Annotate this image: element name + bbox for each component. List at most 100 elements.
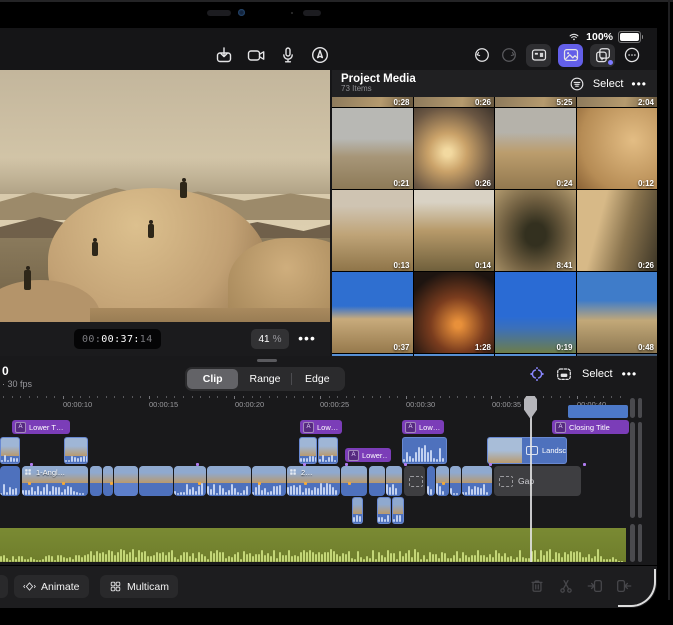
connected-clip[interactable] — [64, 437, 88, 464]
audio-clip[interactable] — [0, 528, 626, 562]
panels-button[interactable] — [526, 44, 551, 67]
zoom-level-button[interactable]: 41 % — [251, 329, 289, 349]
waveform-bar — [216, 493, 218, 495]
title-clip[interactable]: ALow… — [402, 420, 444, 434]
clips-button[interactable] — [590, 44, 615, 67]
storyline-clip[interactable] — [427, 466, 435, 496]
title-clip[interactable]: ALower T… — [12, 420, 70, 434]
timeline-ruler[interactable]: 0500:00:1000:00:1500:00:2000:00:2500:00:… — [0, 394, 657, 418]
audio-waveform-bar — [381, 555, 383, 562]
media-more-button[interactable]: ••• — [631, 77, 647, 91]
waveform-bar — [334, 460, 336, 462]
connected-clip[interactable] — [402, 437, 447, 464]
timecode-display[interactable]: 00:00:37:14 — [74, 329, 161, 349]
storyline-clip[interactable] — [450, 466, 461, 496]
storyline-clip[interactable] — [139, 466, 173, 496]
connected-clip[interactable] — [318, 437, 338, 464]
panel-drag-handle[interactable] — [257, 359, 277, 362]
storyline-clip[interactable] — [252, 466, 286, 496]
title-clip[interactable]: ALow… — [300, 420, 342, 434]
media-thumbnail-partial[interactable]: 2:04 — [577, 97, 658, 107]
media-button[interactable] — [558, 44, 583, 67]
connected-clip[interactable] — [299, 437, 317, 464]
storyline-clip[interactable] — [436, 466, 449, 496]
filter-icon[interactable] — [569, 76, 585, 92]
media-thumbnail[interactable]: 0:19 — [495, 272, 576, 353]
storyline-clip[interactable] — [174, 466, 206, 496]
waveform-bar — [421, 448, 423, 462]
magnetic-button[interactable] — [528, 365, 546, 383]
storyline-clip[interactable] — [103, 466, 113, 496]
storyline-clip[interactable] — [386, 466, 402, 496]
media-thumbnail-partial[interactable]: 0:28 — [332, 97, 413, 107]
timeline-scrollbar-bottom[interactable] — [630, 524, 642, 562]
media-thumbnail[interactable]: 0:24 — [495, 108, 576, 189]
redo-button[interactable] — [499, 45, 519, 65]
waveform-bar — [306, 458, 308, 462]
timeline-scrollbar[interactable] — [630, 398, 642, 418]
media-thumbnail[interactable]: 1:28 — [414, 272, 495, 353]
timeline-more-button[interactable]: ••• — [622, 367, 638, 381]
gap-clip[interactable]: Gap — [404, 466, 425, 496]
media-select-button[interactable]: Select — [593, 78, 624, 90]
storyline-clip[interactable] — [369, 466, 385, 496]
viewer-more-button[interactable]: ••• — [294, 323, 320, 353]
trash-button[interactable] — [528, 577, 546, 595]
timeline-select-button[interactable]: Select — [582, 368, 613, 380]
camera-icon[interactable] — [246, 45, 266, 65]
audio-waveform-bar — [276, 558, 278, 562]
pencil-icon[interactable] — [310, 45, 330, 65]
mode-range[interactable]: Range — [239, 369, 290, 389]
media-thumbnail[interactable]: 0:12 — [577, 108, 658, 189]
title-clip[interactable]: AClosing Title — [552, 420, 629, 434]
gap-clip[interactable]: Gap — [494, 466, 581, 496]
storyline-clip[interactable] — [90, 466, 102, 496]
mode-edge[interactable]: Edge — [292, 369, 343, 389]
media-thumbnail-partial[interactable]: 0:26 — [414, 97, 495, 107]
storyline-clip[interactable] — [0, 466, 20, 496]
music-clip[interactable] — [568, 405, 628, 418]
timeline-scrollbar-track[interactable] — [630, 422, 642, 518]
storyline-clip[interactable] — [462, 466, 492, 496]
mode-clip[interactable]: Clip — [187, 369, 238, 389]
connected-clip-below[interactable] — [392, 497, 404, 524]
storyline-clip[interactable] — [341, 466, 367, 496]
insert-left-button[interactable] — [586, 577, 604, 595]
media-thumbnail[interactable]: 8:41 — [495, 190, 576, 271]
connected-clip-below[interactable] — [377, 497, 391, 524]
storyline-clip[interactable]: 1-Angl… — [22, 466, 88, 496]
media-thumbnail[interactable]: 0:26 — [577, 190, 658, 271]
media-thumbnail[interactable]: 0:26 — [414, 108, 495, 189]
waveform-bar — [287, 487, 289, 495]
more-button[interactable] — [622, 45, 642, 65]
waveform-bar — [409, 456, 411, 462]
media-thumbnail[interactable]: 0:13 — [332, 190, 413, 271]
audio-waveform-bar — [339, 556, 341, 562]
connected-clip[interactable]: Landscap… — [487, 437, 567, 464]
title-clip[interactable]: ALower… — [345, 448, 391, 462]
audio-waveform-bar — [201, 554, 203, 562]
keyboard-button-partial[interactable] — [0, 575, 8, 598]
insert-right-button[interactable] — [615, 577, 633, 595]
waveform-bar — [305, 488, 307, 495]
storyline-clip[interactable]: 2… — [287, 466, 340, 496]
viewer-video-frame[interactable] — [0, 70, 330, 322]
media-thumbnail[interactable]: 0:21 — [332, 108, 413, 189]
blade-button[interactable] — [557, 577, 575, 595]
audio-waveform-bar — [219, 552, 221, 562]
mic-icon[interactable] — [278, 45, 298, 65]
media-thumbnail-partial[interactable]: 5:25 — [495, 97, 576, 107]
undo-button[interactable] — [472, 45, 492, 65]
animate-button[interactable]: Animate — [14, 575, 89, 598]
media-thumbnail[interactable]: 0:14 — [414, 190, 495, 271]
storyline-clip[interactable] — [207, 466, 251, 496]
media-thumbnail[interactable]: 0:48 — [577, 272, 658, 353]
audio-waveform-bar — [333, 551, 335, 562]
multicam-button[interactable]: Multicam — [100, 575, 178, 598]
media-thumbnail[interactable]: 0:37 — [332, 272, 413, 353]
clip-appearance-button[interactable] — [555, 365, 573, 383]
import-icon[interactable] — [214, 45, 234, 65]
connected-clip[interactable] — [0, 437, 20, 464]
connected-clip-below[interactable] — [352, 497, 363, 524]
storyline-clip[interactable] — [114, 466, 138, 496]
